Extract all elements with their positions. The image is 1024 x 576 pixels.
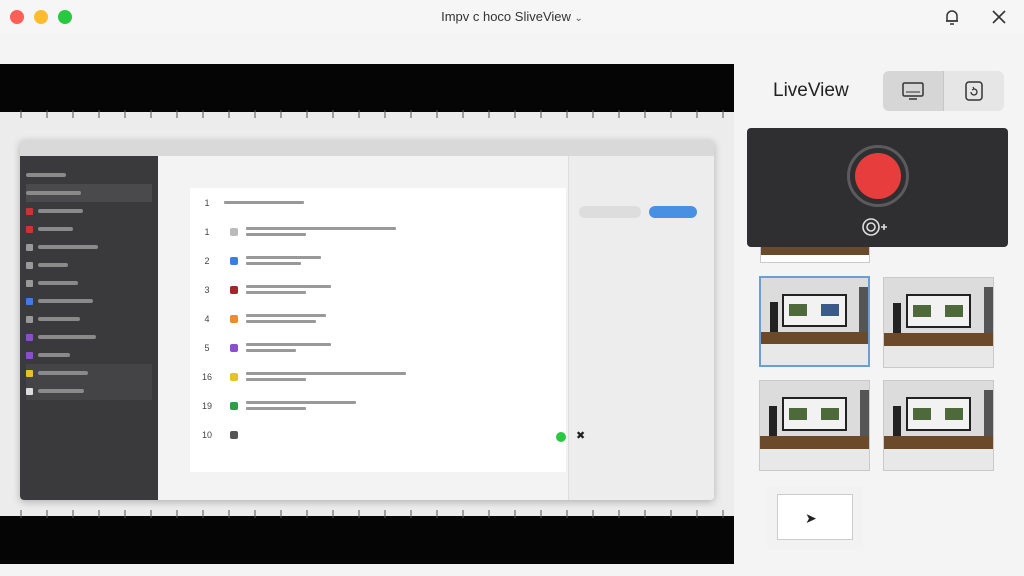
thumbnail-selected[interactable] xyxy=(759,276,870,367)
row-number: 16 xyxy=(201,371,212,382)
thumbnail[interactable] xyxy=(759,380,870,471)
row-number: 19 xyxy=(201,400,212,411)
captured-app-titlebar xyxy=(20,140,714,156)
monitor-icon xyxy=(902,82,924,100)
captured-app-main: 1 1 2 3 4 5 16 19 10 ✖ xyxy=(158,156,714,500)
row-number: 4 xyxy=(204,313,210,324)
panel-title: LiveView xyxy=(773,80,849,101)
row-number: 2 xyxy=(204,255,210,266)
video-ruler-top xyxy=(0,110,734,118)
row-number: 1 xyxy=(204,226,210,237)
captured-task-list: 1 1 2 3 4 5 16 19 10 xyxy=(190,188,566,472)
video-ruler-bottom xyxy=(0,510,734,518)
pointer-icon: ✖ xyxy=(576,430,586,442)
row-number: 3 xyxy=(204,284,210,295)
camera-add-icon[interactable] xyxy=(860,216,888,238)
row-number: 10 xyxy=(201,429,212,440)
thumbnail[interactable] xyxy=(883,277,994,368)
chevron-down-icon: ⌄ xyxy=(574,13,583,24)
device-view-button[interactable] xyxy=(944,71,1004,111)
captured-app-sidebar xyxy=(20,156,158,500)
window-title-text: Impv c hoco SliveView xyxy=(441,9,571,24)
device-refresh-icon xyxy=(965,81,983,101)
thumbnail-partial[interactable] xyxy=(760,247,870,263)
pointer-icon: ➤ xyxy=(805,510,817,526)
monitor-view-button[interactable] xyxy=(883,71,943,111)
row-number: 5 xyxy=(204,342,210,353)
thumbnail[interactable] xyxy=(883,380,994,471)
view-mode-switch[interactable] xyxy=(883,71,1004,111)
cursor-indicator xyxy=(556,432,566,442)
window-title[interactable]: Impv c hoco SliveView ⌄ xyxy=(0,9,1024,24)
row-number: 1 xyxy=(204,197,210,208)
record-icon[interactable] xyxy=(855,153,901,199)
close-icon[interactable] xyxy=(989,7,1009,27)
bell-icon[interactable] xyxy=(942,7,962,27)
captured-app-window: 1 1 2 3 4 5 16 19 10 ✖ xyxy=(20,140,714,500)
recorder-panel xyxy=(747,128,1008,247)
thumbnail-screen[interactable]: ➤ xyxy=(767,486,863,549)
title-bar: Impv c hoco SliveView ⌄ xyxy=(0,0,1024,34)
captured-app-inspector xyxy=(568,156,714,500)
